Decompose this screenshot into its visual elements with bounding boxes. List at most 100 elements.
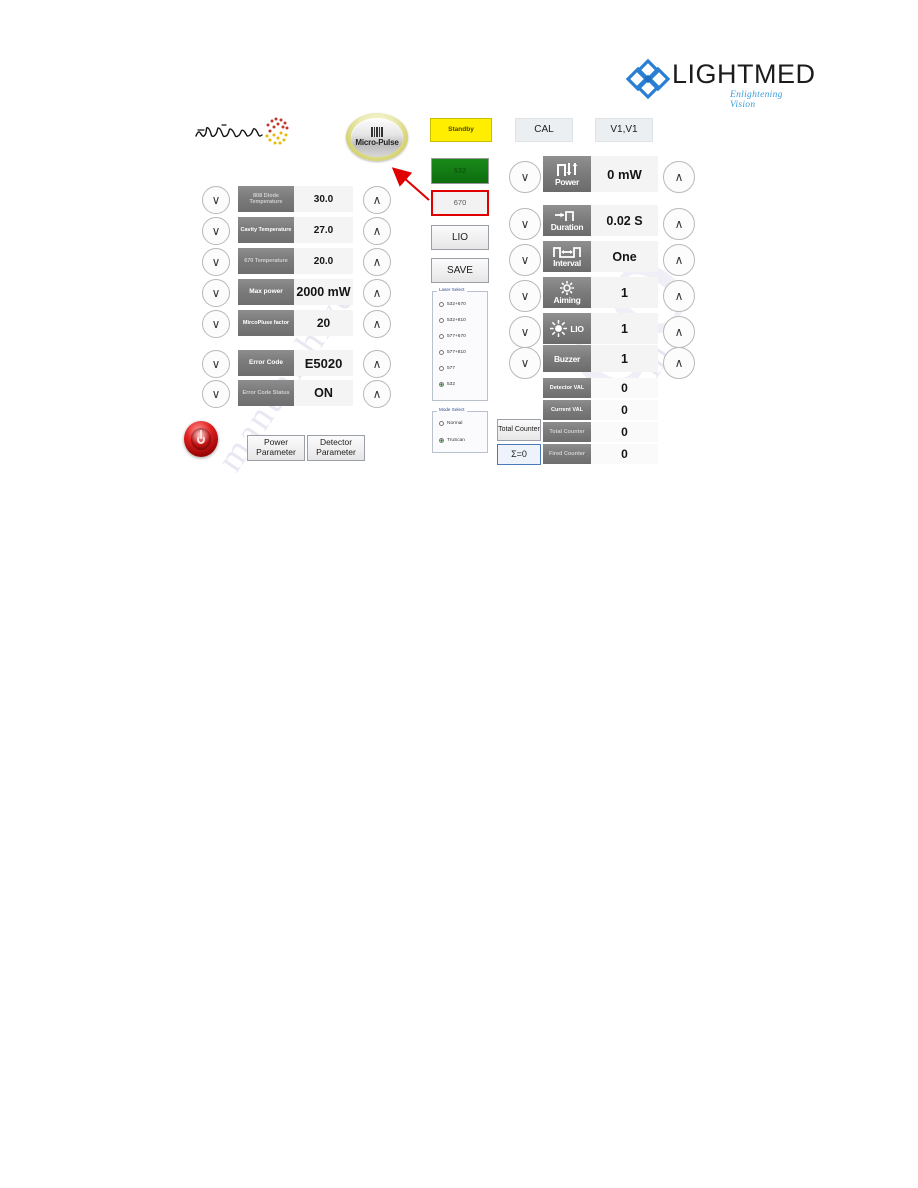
increment-cavity-temperature[interactable]: ∧ [363,217,391,245]
increment-lio[interactable]: ∧ [663,316,695,348]
laser-button-670[interactable]: 670 [431,190,489,216]
param-label-text: Buzzer [553,353,581,364]
mode-option-label: TruScan [447,438,465,443]
laser-option-label: 577+810 [447,350,466,355]
decrement-buzzer[interactable]: ∨ [509,347,541,379]
radio-icon[interactable] [439,334,444,339]
param-label-text: Duration [550,222,584,232]
lio-button[interactable]: LIO [431,225,489,250]
radio-icon[interactable] [439,366,444,371]
laser-option-577[interactable]: 577 [439,366,487,371]
param-value-cavity-temperature: 27.0 [294,217,353,243]
param-row-670-temperature: 670 Temperature 20.0 [238,248,353,274]
radio-icon[interactable] [439,318,444,323]
increment-interval[interactable]: ∧ [663,244,695,276]
decrement-micropulse-factor[interactable]: ∨ [202,310,230,338]
laser-option-577-810[interactable]: 577+810 [439,350,487,355]
decrement-interval[interactable]: ∨ [509,244,541,276]
counter-row-current-val: Current VAL 0 [543,400,658,420]
increment-duration[interactable]: ∧ [663,208,695,240]
param-value-error-code-status: ON [294,380,353,406]
reset-counter-button[interactable]: Σ=0 [497,444,541,465]
power-button[interactable] [184,421,218,457]
decrement-duration[interactable]: ∨ [509,208,541,240]
param-label-error-code: Error Code [238,350,294,376]
laser-option-532-810[interactable]: 532+810 [439,318,487,323]
decrement-cavity-temperature[interactable]: ∨ [202,217,230,245]
param-label-670-temperature: 670 Temperature [238,248,294,274]
increment-670-temperature[interactable]: ∧ [363,248,391,276]
mode-select-group: Mode Select Normal TruScan [432,407,488,453]
standby-button[interactable]: Standby [430,118,492,142]
radio-icon[interactable] [439,302,444,307]
param-row-max-power: Max power 2000 mW [238,279,353,305]
power-icon-stem [200,430,202,439]
param-value-808-diode-temperature: 30.0 [294,186,353,212]
version-button[interactable]: V1,V1 [595,118,653,142]
increment-808-diode-temperature[interactable]: ∧ [363,186,391,214]
increment-max-power[interactable]: ∧ [363,279,391,307]
param-value-buzzer: 1 [591,345,658,372]
param-value-power: 0 mW [591,156,658,192]
increment-power[interactable]: ∧ [663,161,695,193]
param-label-power[interactable]: Power [543,156,591,192]
counter-label-total-counter: Total Counter [543,422,591,442]
counter-value-fired-counter: 0 [591,444,658,464]
param-label-lio[interactable]: LIO [543,313,591,344]
param-value-micropulse-factor: 20 [294,310,353,336]
param-label-micropulse-factor: MircoPluse factor [238,310,294,336]
radio-icon[interactable] [439,350,444,355]
increment-aiming[interactable]: ∧ [663,280,695,312]
cal-button[interactable]: CAL [515,118,573,142]
mode-option-normal[interactable]: Normal [439,421,487,426]
param-label-interval[interactable]: Interval [543,241,591,272]
decrement-error-code-status[interactable]: ∨ [202,380,230,408]
increment-micropulse-factor[interactable]: ∧ [363,310,391,338]
counter-label-detector-val: Detector VAL [543,378,591,398]
param-row-interval: Interval One [543,241,658,272]
mode-option-truscan[interactable]: TruScan [439,438,487,443]
decrement-power[interactable]: ∨ [509,161,541,193]
power-parameter-button[interactable]: Power Parameter [247,435,305,461]
increment-error-code-status[interactable]: ∧ [363,380,391,408]
param-label-aiming[interactable]: Aiming [543,277,591,308]
counter-value-detector-val: 0 [591,378,658,398]
laser-option-532[interactable]: 532 [439,382,487,387]
radio-icon-selected[interactable] [439,438,444,443]
decrement-aiming[interactable]: ∨ [509,280,541,312]
increment-error-code[interactable]: ∧ [363,350,391,378]
save-button[interactable]: SAVE [431,258,489,283]
param-row-aiming: Aiming 1 [543,277,658,308]
param-row-error-code: Error Code E5020 [238,350,353,376]
laser-button-532[interactable]: 532 [431,158,489,184]
increment-buzzer[interactable]: ∧ [663,347,695,379]
duration-pulse-icon [553,209,581,222]
laser-option-label: 532+670 [447,302,466,307]
power-pulse-icon [554,162,580,177]
mode-select-legend: Mode Select [437,407,467,412]
decrement-lio[interactable]: ∨ [509,316,541,348]
radio-icon-selected[interactable] [439,382,444,387]
decrement-error-code[interactable]: ∨ [202,350,230,378]
laser-option-532-670[interactable]: 532+670 [439,302,487,307]
param-row-duration: Duration 0.02 S [543,205,658,236]
param-label-buzzer[interactable]: Buzzer [543,345,591,372]
decrement-808-diode-temperature[interactable]: ∨ [202,186,230,214]
micro-pulse-badge[interactable]: Micro-Pulse [346,113,408,161]
radio-icon[interactable] [439,421,444,426]
decrement-670-temperature[interactable]: ∨ [202,248,230,276]
param-value-670-temperature: 20.0 [294,248,353,274]
param-label-cavity-temperature: Cavity Temperature [238,217,294,243]
detector-parameter-button[interactable]: Detector Parameter [307,435,365,461]
truscan-dot-spiral-icon [254,114,294,152]
interlocking-diamond-icon [625,57,671,101]
counter-row-total-counter: Total Counter 0 [543,422,658,442]
decrement-max-power[interactable]: ∨ [202,279,230,307]
counter-label-current-val: Current VAL [543,400,591,420]
param-label-text: Interval [553,258,581,268]
param-label-duration[interactable]: Duration [543,205,591,236]
micro-pulse-label: Micro-Pulse [355,138,399,147]
laser-option-577-670[interactable]: 577+670 [439,334,487,339]
total-counter-button[interactable]: Total Counter [497,419,541,441]
mode-option-label: Normal [447,421,463,426]
